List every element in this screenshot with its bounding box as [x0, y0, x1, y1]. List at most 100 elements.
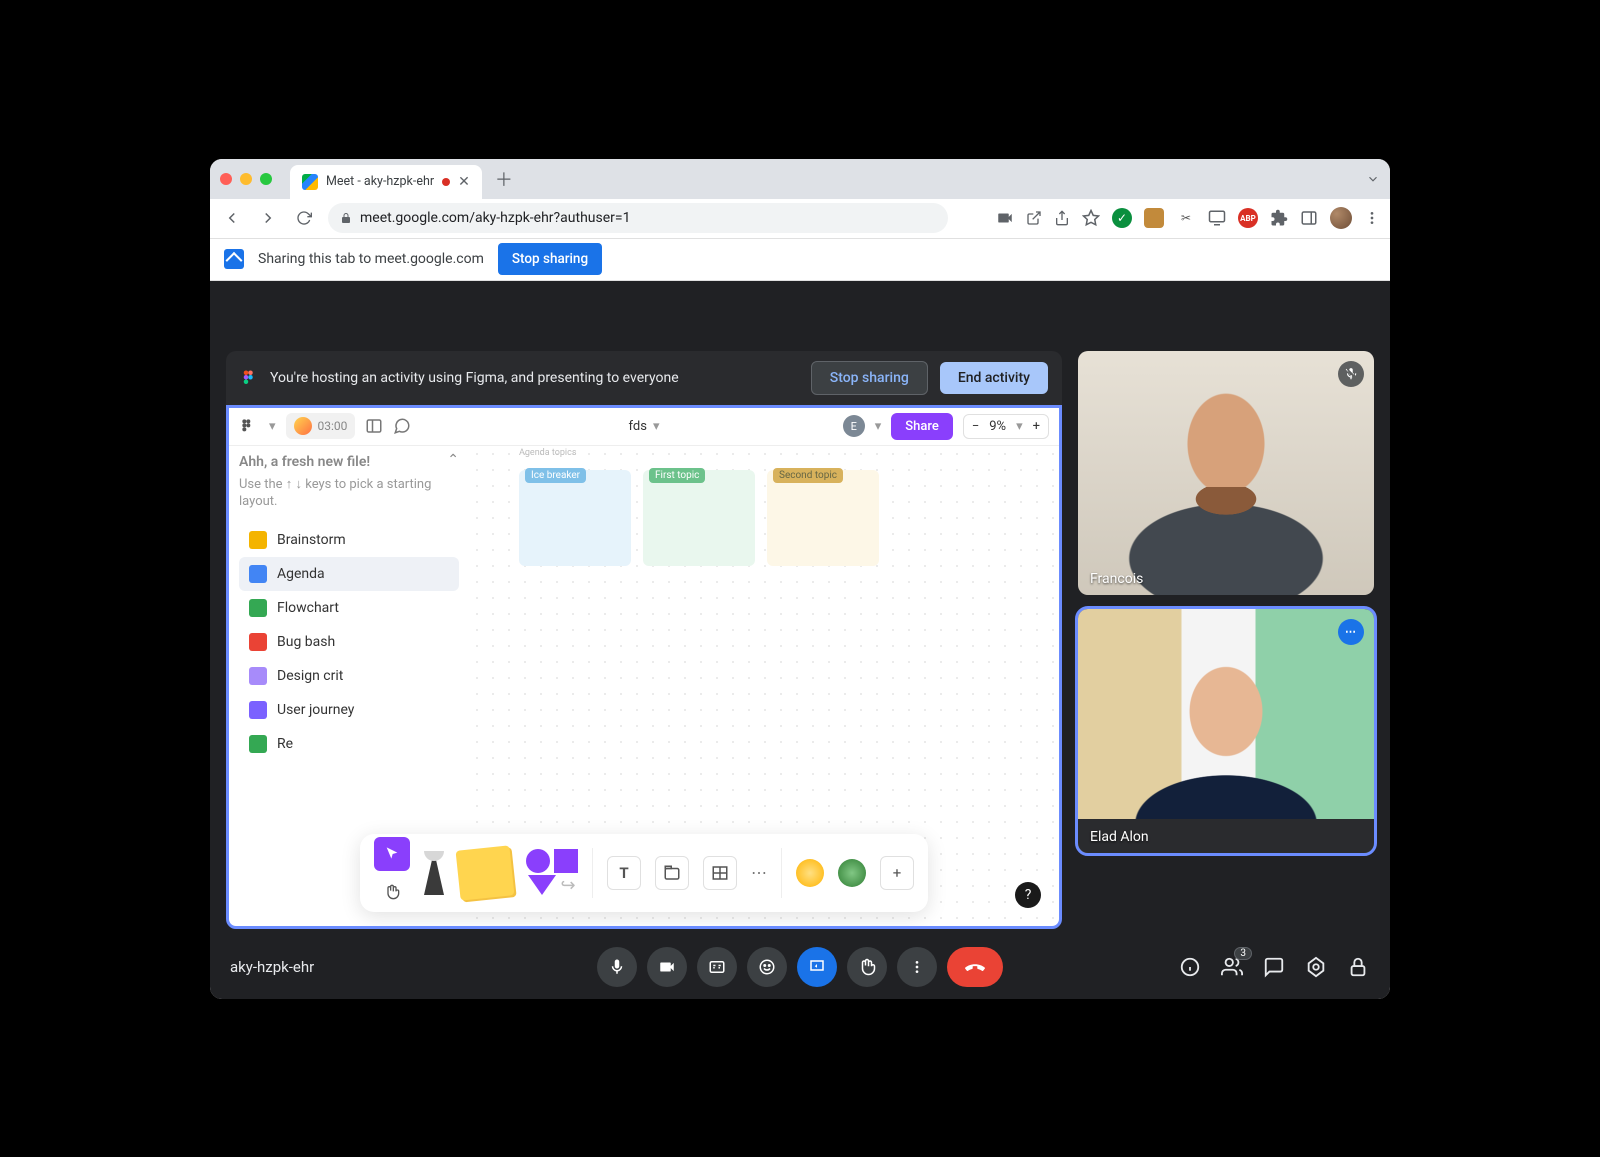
sidepanel-icon[interactable]	[1300, 209, 1318, 227]
open-external-icon[interactable]	[1026, 210, 1042, 226]
collapse-panel-icon[interactable]: ⌃	[447, 452, 459, 468]
activity-stop-sharing-button[interactable]: Stop sharing	[811, 361, 928, 395]
figjam-share-button[interactable]: Share	[891, 413, 953, 440]
zoom-out-button[interactable]: −	[972, 419, 979, 434]
text-tool[interactable]: T	[607, 856, 641, 890]
chat-button[interactable]	[1262, 955, 1286, 979]
hand-tool[interactable]	[374, 875, 410, 909]
doc-title[interactable]: fds ▾	[629, 419, 660, 434]
canvas-card[interactable]: Ice breaker	[519, 470, 631, 566]
tabs-dropdown-icon[interactable]	[1366, 172, 1380, 186]
section-label: Agenda topics	[519, 448, 576, 458]
profile-avatar[interactable]	[1330, 207, 1352, 229]
more-options-button[interactable]	[897, 947, 937, 987]
muted-icon	[1338, 361, 1364, 387]
select-tool[interactable]	[374, 837, 410, 871]
cast-icon[interactable]	[1208, 209, 1226, 227]
template-item[interactable]: Agenda	[239, 557, 459, 591]
stop-sharing-button[interactable]: Stop sharing	[498, 243, 602, 275]
maximize-window-icon[interactable]	[260, 173, 272, 185]
figjam-toolbar: ↪ T ⋯ +	[360, 834, 928, 912]
template-item[interactable]: Flowchart	[239, 591, 459, 625]
screenshare-icon	[224, 249, 244, 269]
chevron-down-icon[interactable]: ▾	[875, 419, 882, 434]
lock-icon	[340, 212, 352, 224]
minimize-window-icon[interactable]	[240, 173, 252, 185]
zoom-in-button[interactable]: +	[1033, 419, 1040, 434]
stamp-tool[interactable]	[796, 859, 824, 887]
toolbar-actions: ✓ ✂︎ ABP	[996, 207, 1380, 229]
share-icon[interactable]	[1054, 210, 1070, 226]
present-button[interactable]	[797, 947, 837, 987]
close-window-icon[interactable]	[220, 173, 232, 185]
browser-tab[interactable]: Meet - aky-hzpk-ehr ✕	[290, 165, 482, 199]
template-label: User journey	[277, 702, 354, 718]
help-button[interactable]: ?	[1015, 882, 1041, 908]
marker-tool[interactable]	[424, 851, 444, 895]
extension-icon[interactable]: ✓	[1112, 208, 1132, 228]
forward-button[interactable]	[256, 206, 280, 230]
people-count: 3	[1234, 947, 1252, 960]
template-label: Re	[277, 736, 293, 752]
sticky-note-tool[interactable]	[456, 845, 515, 900]
tile-more-icon[interactable]: ⋯	[1338, 619, 1364, 645]
activities-button[interactable]	[1304, 955, 1328, 979]
camera-toggle-button[interactable]	[647, 947, 687, 987]
shared-screen: ▾ 03:00 fds ▾ E ▾ Share − 9%▾	[226, 405, 1062, 929]
template-item[interactable]: Bug bash	[239, 625, 459, 659]
extensions-puzzle-icon[interactable]	[1270, 209, 1288, 227]
adblock-extension-icon[interactable]: ABP	[1238, 208, 1258, 228]
shapes-tool[interactable]: ↪	[526, 849, 578, 896]
extension-icon[interactable]	[1144, 208, 1164, 228]
activity-message: You're hosting an activity using Figma, …	[270, 370, 799, 386]
section-tool[interactable]	[655, 856, 689, 890]
meet-favicon-icon	[302, 174, 318, 190]
end-activity-button[interactable]: End activity	[940, 362, 1048, 394]
template-item[interactable]: Design crit	[239, 659, 459, 693]
canvas-card[interactable]: Second topic	[767, 470, 879, 566]
participant-tile[interactable]: ⋯ Elad Alon	[1078, 609, 1374, 853]
raise-hand-button[interactable]	[847, 947, 887, 987]
participant-tile[interactable]: Francois	[1078, 351, 1374, 595]
comment-icon[interactable]	[393, 417, 411, 435]
captions-button[interactable]	[697, 947, 737, 987]
canvas-card[interactable]: First topic	[643, 470, 755, 566]
zoom-controls: − 9%▾ +	[963, 414, 1049, 439]
reload-button[interactable]	[292, 206, 316, 230]
bookmark-star-icon[interactable]	[1082, 209, 1100, 227]
figjam-menu-icon[interactable]	[239, 418, 259, 434]
address-bar[interactable]: meet.google.com/aky-hzpk-ehr?authuser=1	[328, 203, 948, 233]
chevron-down-icon[interactable]: ▾	[269, 419, 276, 434]
timer-widget[interactable]: 03:00	[286, 413, 356, 439]
table-tool[interactable]	[703, 856, 737, 890]
camera-icon[interactable]	[996, 209, 1014, 227]
meeting-code: aky-hzpk-ehr	[230, 958, 314, 976]
close-tab-icon[interactable]: ✕	[458, 174, 470, 190]
leave-call-button[interactable]	[947, 947, 1003, 987]
layout-icon[interactable]	[365, 417, 383, 435]
host-controls-button[interactable]	[1346, 955, 1370, 979]
template-item[interactable]: Brainstorm	[239, 523, 459, 557]
mic-toggle-button[interactable]	[597, 947, 637, 987]
template-item[interactable]: Re	[239, 727, 459, 761]
template-icon	[249, 735, 267, 753]
extension-icon[interactable]: ✂︎	[1176, 208, 1196, 228]
kebab-menu-icon[interactable]	[1364, 210, 1380, 226]
presentation-tile: You're hosting an activity using Figma, …	[226, 351, 1062, 929]
reactions-button[interactable]	[747, 947, 787, 987]
people-button[interactable]: 3	[1220, 955, 1244, 979]
zoom-level[interactable]: 9%	[989, 419, 1006, 434]
template-item[interactable]: User journey	[239, 693, 459, 727]
tab-title: Meet - aky-hzpk-ehr	[326, 174, 434, 189]
participant-name: Francois	[1090, 571, 1143, 587]
template-icon	[249, 565, 267, 583]
meeting-details-button[interactable]	[1178, 955, 1202, 979]
more-tools-icon[interactable]: ⋯	[751, 863, 767, 882]
add-widget-button[interactable]: +	[880, 856, 914, 890]
back-button[interactable]	[220, 206, 244, 230]
new-tab-button[interactable]: ＋	[490, 165, 518, 193]
sticker-tool[interactable]	[838, 859, 866, 887]
panel-header: Ahh, a fresh new file!	[239, 454, 459, 470]
meet-stage: You're hosting an activity using Figma, …	[210, 281, 1390, 999]
presence-avatar[interactable]: E	[843, 415, 865, 437]
